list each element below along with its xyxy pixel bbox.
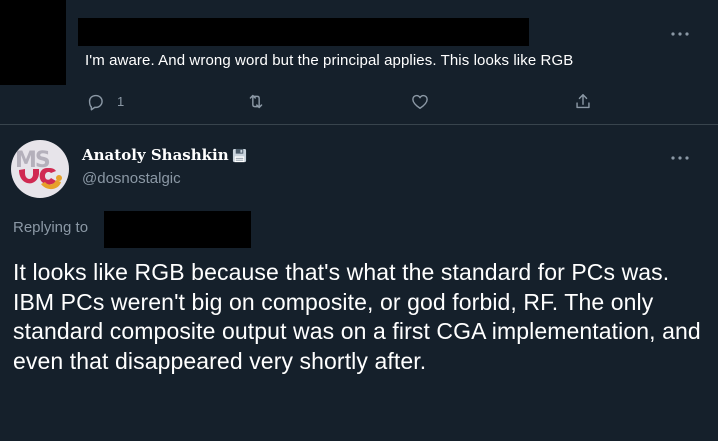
share-icon (576, 93, 590, 108)
floppy-disk-icon (232, 148, 246, 162)
tweet-text: It looks like RGB because that's what th… (13, 259, 701, 374)
redacted-author-name (78, 18, 529, 46)
author-name-text: Anatoly Shashkin (82, 146, 229, 164)
author-avatar[interactable]: MS (11, 140, 69, 198)
like-button[interactable] (410, 88, 430, 114)
parent-tweet-actions: 1 (0, 88, 718, 114)
retweet-icon (249, 94, 263, 108)
retweet-button[interactable] (245, 88, 267, 114)
replying-to-label: Replying to (13, 219, 89, 236)
author-handle[interactable]: @dosnostalgic (82, 170, 181, 187)
avatar-ms-logo: MS (11, 140, 69, 198)
redacted-avatar (0, 0, 66, 85)
parent-tweet-text: I'm aware. And wrong word but the princi… (85, 52, 574, 69)
like-icon (412, 94, 428, 109)
more-icon[interactable] (668, 150, 692, 166)
share-button[interactable] (573, 88, 593, 114)
redacted-replying-to-user (104, 211, 251, 248)
more-icon[interactable] (668, 26, 692, 42)
reply-count: 1 (117, 93, 125, 109)
reply-button[interactable]: 1 (86, 88, 124, 114)
reply-icon (88, 94, 103, 110)
author-name[interactable]: Anatoly Shashkin (82, 146, 247, 164)
tweet-divider (0, 124, 718, 125)
